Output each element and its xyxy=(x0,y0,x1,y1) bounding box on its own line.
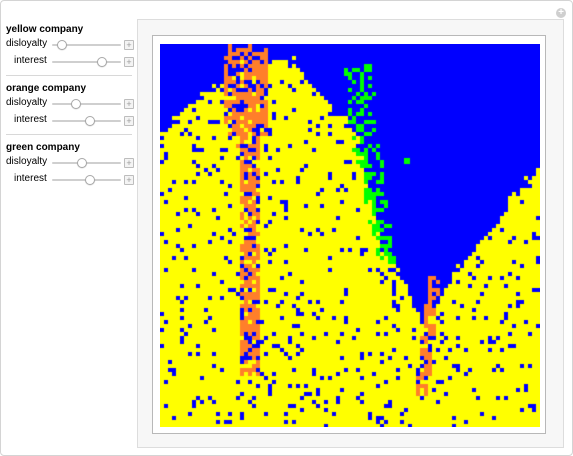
slider-track[interactable] xyxy=(52,40,121,50)
slider-thumb[interactable] xyxy=(57,40,68,50)
slider-label: interest xyxy=(14,173,47,184)
slider-thumb[interactable] xyxy=(84,116,95,126)
slider-label: disloyalty xyxy=(6,97,48,108)
orange-interest-control: interest + xyxy=(0,114,134,128)
expand-plus-icon[interactable]: + xyxy=(124,175,134,185)
expand-plus-icon[interactable]: + xyxy=(124,99,134,109)
slider-thumb[interactable] xyxy=(71,99,82,109)
slider-thumb[interactable] xyxy=(96,57,107,67)
slider-label: disloyalty xyxy=(6,38,48,49)
expand-plus-icon[interactable]: + xyxy=(124,158,134,168)
slider-track[interactable] xyxy=(52,175,121,185)
green-interest-control: interest + xyxy=(0,173,134,187)
yellow-interest-control: interest + xyxy=(0,55,134,69)
orange-disloyalty-control: disloyalty + xyxy=(0,97,134,111)
slider-label: disloyalty xyxy=(6,156,48,167)
slider-label: interest xyxy=(14,55,47,66)
expand-plus-icon[interactable]: + xyxy=(124,57,134,67)
slider-label: interest xyxy=(14,114,47,125)
market-share-grid xyxy=(160,44,540,427)
divider xyxy=(6,134,132,135)
slider-track[interactable] xyxy=(52,158,121,168)
slider-track[interactable] xyxy=(52,116,121,126)
expand-plus-icon[interactable]: + xyxy=(124,40,134,50)
yellow-company-title: yellow company xyxy=(6,24,84,35)
slider-track[interactable] xyxy=(52,99,121,109)
yellow-disloyalty-control: disloyalty + xyxy=(0,38,134,52)
expand-plus-icon[interactable]: + xyxy=(124,116,134,126)
divider xyxy=(6,75,132,76)
slider-thumb[interactable] xyxy=(84,175,95,185)
slider-track[interactable] xyxy=(52,57,121,67)
green-company-title: green company xyxy=(6,142,80,153)
green-disloyalty-control: disloyalty + xyxy=(0,156,134,170)
slider-thumb[interactable] xyxy=(77,158,88,168)
orange-company-title: orange company xyxy=(6,83,87,94)
plus-icon[interactable]: + xyxy=(556,8,566,18)
